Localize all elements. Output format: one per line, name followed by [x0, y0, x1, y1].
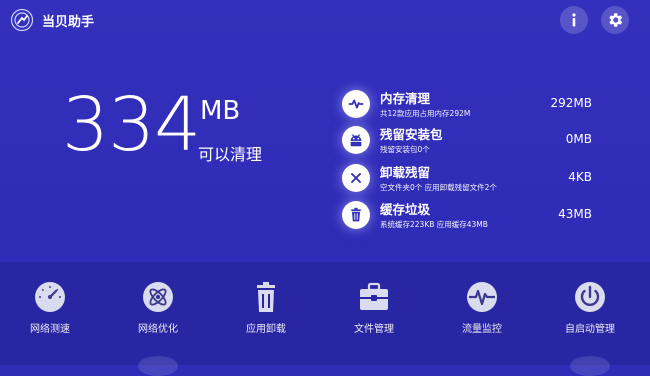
item-value: 292MB	[550, 96, 593, 110]
memory-clean-item[interactable]: 内存清理 共12款应用占用内存292M 292MB	[342, 88, 600, 124]
cache-junk-item[interactable]: 缓存垃圾 系统缓存223KB 应用缓存43MB 43MB	[342, 199, 600, 235]
tool-network-optimize[interactable]: 网络优化	[113, 280, 203, 340]
cleanable-amount: 334	[62, 82, 201, 168]
tool-label: 自启动管理	[565, 324, 615, 335]
item-subtitle: 共12款应用占用内存292M	[380, 109, 471, 118]
item-title: 卸载残留	[380, 165, 431, 180]
cleanable-label: 可以清理	[198, 145, 263, 164]
gear-icon	[609, 13, 623, 27]
close-icon	[351, 173, 361, 183]
tool-autostart-manager[interactable]: 自启动管理	[545, 280, 635, 340]
tool-app-uninstall[interactable]: 应用卸载	[221, 280, 311, 340]
speedometer-icon	[35, 282, 65, 312]
pulse-icon	[467, 282, 497, 312]
next-row-hint	[570, 356, 610, 376]
tool-traffic-monitor[interactable]: 流量监控	[437, 280, 527, 340]
next-row-hint	[138, 356, 178, 376]
residual-package-item[interactable]: 残留安装包 残留安装包0个 0MB	[342, 124, 600, 160]
tool-network-speed[interactable]: 网络测速	[5, 280, 95, 340]
item-subtitle: 空文件夹0个 应用卸载残留文件2个	[380, 183, 497, 192]
cleanable-unit: MB	[200, 96, 241, 126]
power-icon	[575, 282, 605, 312]
pulse-icon	[348, 99, 364, 109]
item-title: 缓存垃圾	[380, 202, 431, 217]
tool-label: 文件管理	[354, 324, 394, 335]
app-logo-icon	[10, 8, 34, 32]
tool-label: 应用卸载	[246, 324, 286, 335]
item-value: 0MB	[565, 132, 592, 146]
trash-icon	[257, 282, 275, 312]
tool-label: 网络优化	[138, 324, 178, 335]
item-title: 残留安装包	[380, 127, 443, 142]
trash-icon	[351, 207, 361, 222]
tool-file-manager[interactable]: 文件管理	[329, 280, 419, 340]
item-subtitle: 系统缓存223KB 应用缓存43MB	[380, 220, 488, 229]
info-button[interactable]	[560, 6, 588, 34]
tool-label: 网络测速	[30, 324, 70, 335]
android-icon	[350, 134, 362, 147]
uninstall-residual-item[interactable]: 卸载残留 空文件夹0个 应用卸载残留文件2个 4KB	[342, 162, 600, 198]
tool-label: 流量监控	[462, 324, 502, 335]
briefcase-icon	[360, 282, 388, 310]
info-icon	[572, 13, 576, 27]
item-value: 4KB	[568, 170, 592, 184]
item-subtitle: 残留安装包0个	[380, 145, 430, 154]
atom-icon	[143, 282, 173, 312]
item-title: 内存清理	[380, 91, 431, 106]
app-title: 当贝助手	[42, 15, 95, 30]
item-value: 43MB	[558, 207, 592, 221]
settings-button[interactable]	[601, 6, 629, 34]
